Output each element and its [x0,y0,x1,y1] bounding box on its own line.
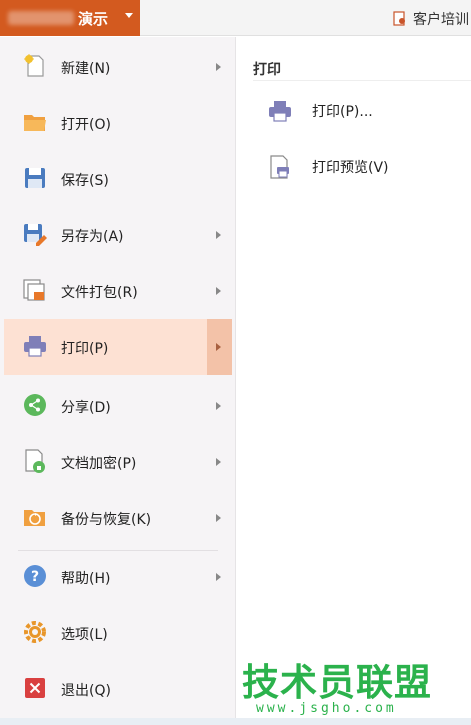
menu-item-save[interactable]: 保存(S) [4,151,232,207]
menu-item-options[interactable]: 选项(L) [4,605,232,661]
app-menu-button[interactable]: 演示 [0,0,140,36]
chevron-right-icon [216,287,221,295]
save-as-icon [24,224,47,246]
menu-item-label: 选项(L) [61,627,108,643]
menu-item-label: 另存为(A) [61,229,124,245]
panel-item-label: 打印(P)... [312,104,373,120]
new-document-icon [24,54,44,77]
help-icon: ? [24,565,46,587]
menu-item-package[interactable]: 文件打包(R) [4,263,232,319]
close-icon [25,678,45,698]
menu-item-label: 打开(O) [61,117,111,133]
menu-item-label: 帮助(H) [61,571,111,587]
panel-item-label: 打印预览(V) [312,160,389,176]
menu-item-new[interactable]: 新建(N) [4,39,232,95]
package-icon [23,279,45,301]
save-icon [25,168,45,188]
panel-item-print-preview[interactable]: 打印预览(V) [261,147,461,187]
app-title: 演示 [78,10,109,28]
svg-text:?: ? [31,569,39,585]
chevron-right-icon [216,573,221,581]
chevron-down-icon [125,13,133,18]
file-menu: 新建(N) 打开(O) 保存(S) 另存为(A) 文件打包(R) 打印(P) 分… [0,37,236,725]
print-submenu-panel: 打印 打印(P)... 打印预览(V) [237,37,471,725]
menu-item-exit[interactable]: 退出(Q) [4,661,232,717]
menu-item-label: 打印(P) [61,341,109,357]
watermark-title: 技术员联盟 [242,661,432,704]
chevron-right-icon [216,231,221,239]
chevron-right-icon [216,458,221,466]
menu-item-label: 备份与恢复(K) [61,512,152,528]
client-training-label: 客户培训 [413,12,469,28]
watermark: 技术员联盟 www.jsgho.com [236,652,468,722]
menu-item-save-as[interactable]: 另存为(A) [4,207,232,263]
panel-divider [253,80,471,81]
printer-icon [24,336,46,357]
panel-item-print[interactable]: 打印(P)... [261,91,461,131]
client-training-link[interactable]: 客户培训 [393,9,469,29]
menu-item-label: 分享(D) [61,400,111,416]
menu-item-label: 文档加密(P) [61,456,137,472]
menu-item-open[interactable]: 打开(O) [4,95,232,151]
watermark-url: www.jsgho.com [256,701,397,716]
menu-item-label: 保存(S) [61,173,109,189]
menu-item-label: 退出(Q) [61,683,111,699]
menu-item-encrypt[interactable]: 文档加密(P) [4,434,232,490]
backup-folder-icon [24,510,45,526]
gear-icon [24,621,46,643]
printer-icon [269,101,291,122]
menu-item-print[interactable]: 打印(P) [4,319,232,375]
menu-item-help[interactable]: ? 帮助(H) [4,549,232,605]
panel-title: 打印 [253,62,281,78]
chevron-right-icon [216,343,221,351]
menu-item-backup[interactable]: 备份与恢复(K) [4,490,232,546]
chevron-right-icon [216,63,221,71]
chevron-right-icon [216,514,221,522]
blurred-app-name [8,11,74,25]
taskbar-strip [0,718,471,725]
share-icon [24,394,46,416]
document-lock-icon [25,449,45,473]
document-person-icon [393,11,405,26]
menu-item-label: 新建(N) [61,61,111,77]
title-bar: 演示 客户培训 [0,0,471,36]
menu-item-share[interactable]: 分享(D) [4,378,232,434]
menu-item-label: 文件打包(R) [61,285,138,301]
print-preview-icon [270,155,289,179]
chevron-right-icon [216,402,221,410]
folder-open-icon [24,115,46,131]
